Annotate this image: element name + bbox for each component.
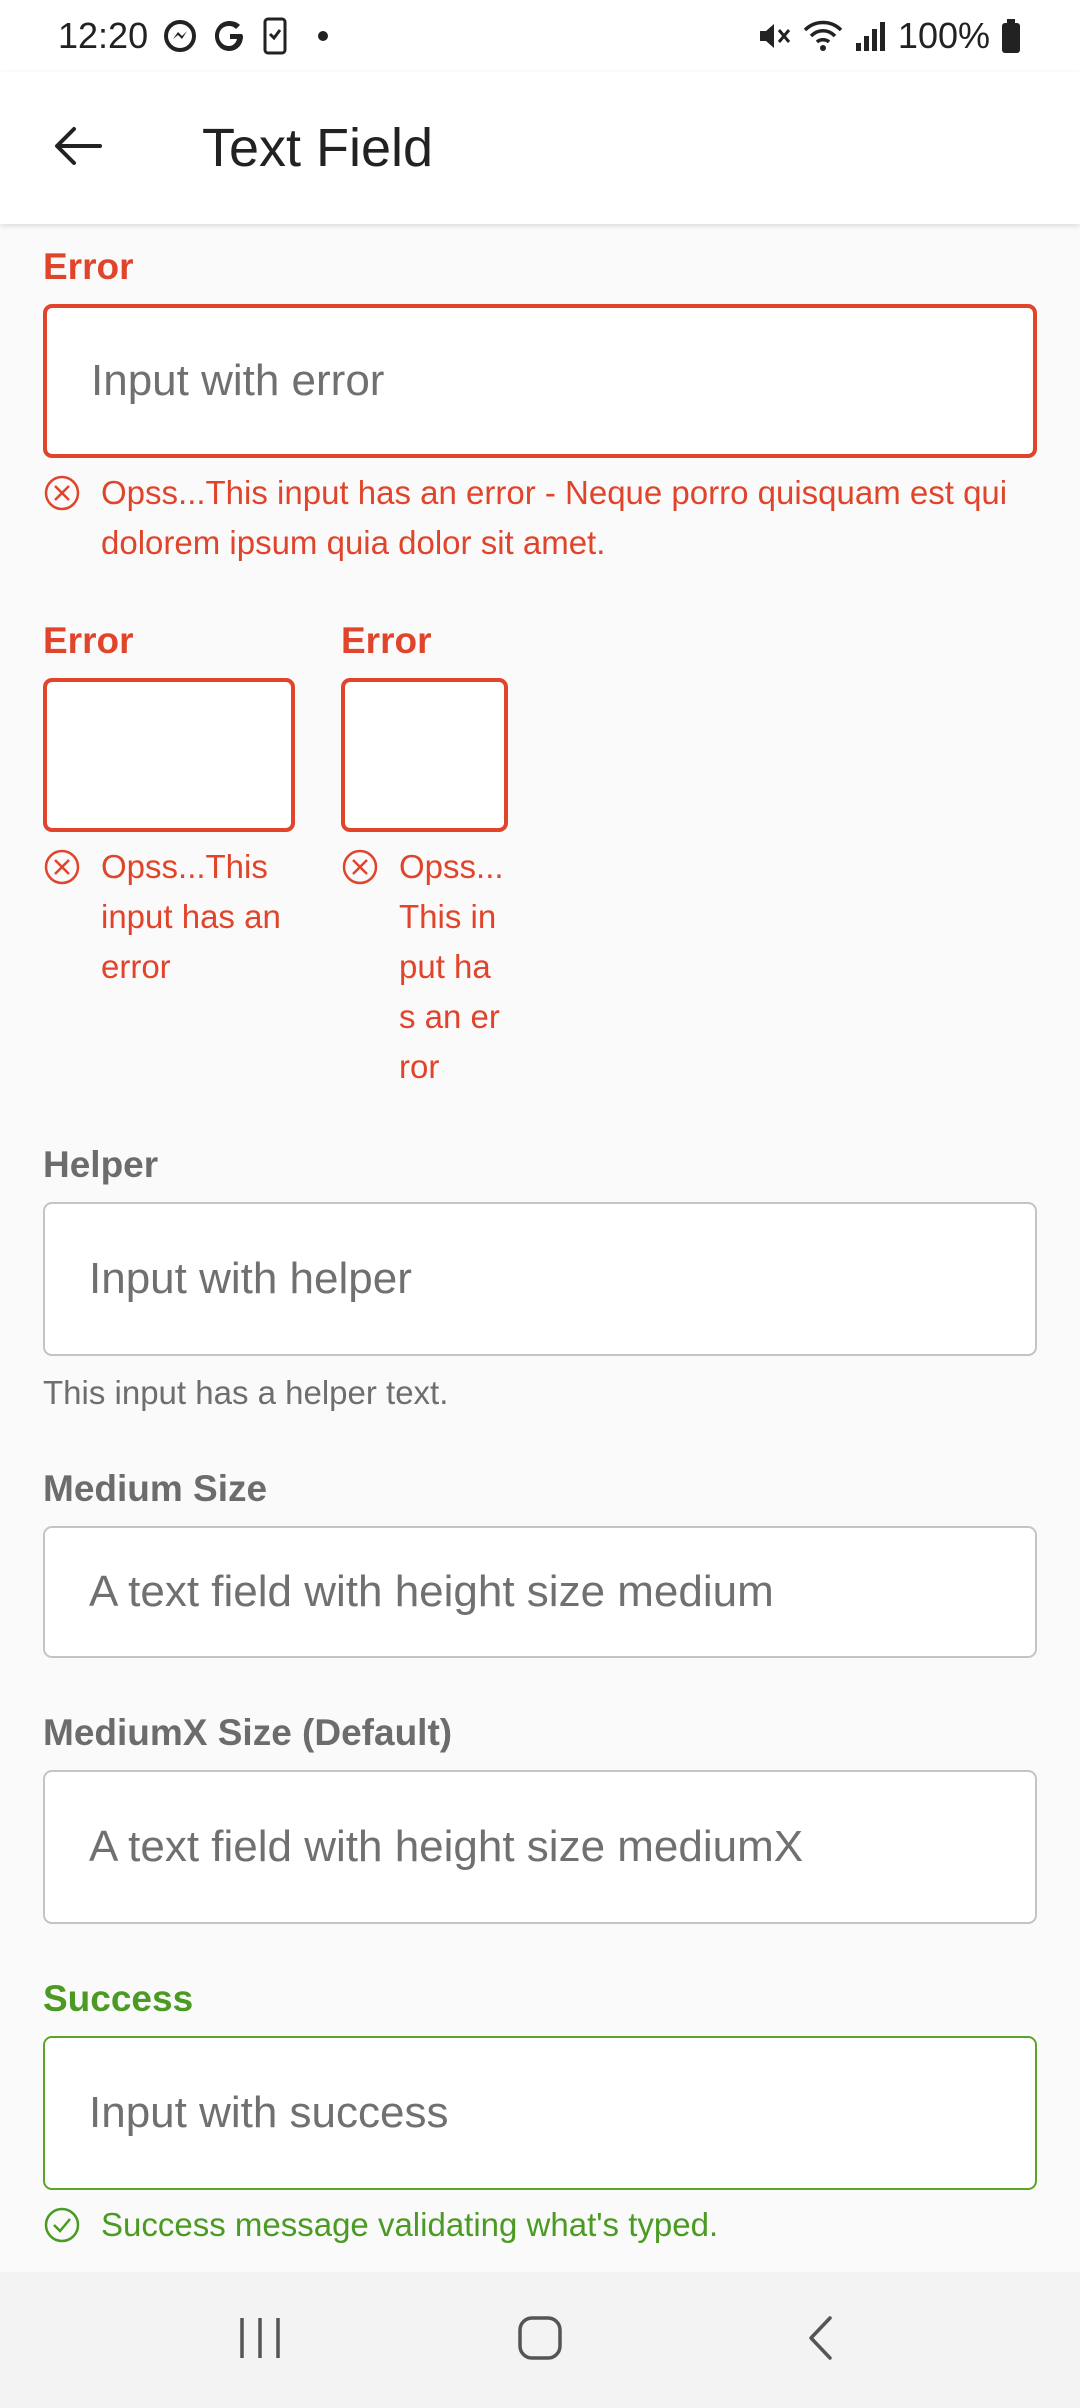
success-input[interactable]: Input with success [43,2036,1037,2190]
error-small-input-2[interactable] [341,678,508,832]
error-small-message-text-2: Opss...This input has an error [399,848,504,1085]
mediumx-size-label: MediumX Size (Default) [43,1712,453,1753]
error-circle-icon [43,474,81,526]
error-small-message-1: Opss...This input has an error [43,842,293,992]
google-icon [212,18,248,54]
success-message-text: Success message validating what's typed. [101,2206,719,2243]
battery-icon [1000,18,1022,54]
back-button[interactable] [28,98,128,198]
mute-icon [756,18,792,54]
error-small-message-2: Opss...This input has an error [341,842,511,1092]
battery-text: 100% [897,15,990,56]
content: Error Input with error Opss...This input… [0,224,1080,2272]
home-button[interactable] [480,2290,600,2390]
wifi-icon [802,18,844,54]
phone-check-icon [262,17,288,55]
mediumx-size-input-placeholder: A text field with height size mediumX [89,1822,804,1871]
error-small-message-text-1: Opss...This input has an error [101,848,281,985]
check-circle-icon [43,2206,81,2258]
helper-label: Helper [43,1144,159,1185]
status-left: 12:20 [58,15,330,57]
error-circle-icon [43,848,81,900]
helper-input-placeholder: Input with helper [89,1254,412,1303]
recent-apps-icon [237,2316,283,2365]
success-input-placeholder: Input with success [89,2088,449,2137]
home-icon [517,2315,563,2366]
error-small-label-1: Error [43,620,134,661]
helper-message: This input has a helper text. [43,1368,1043,1418]
app-bar: Text Field [0,72,1080,224]
success-message: Success message validating what's typed. [43,2200,1043,2258]
arrow-left-icon [52,124,104,173]
error-message-text: Opss...This input has an error - Neque p… [101,474,1008,561]
status-right: 100% [756,15,1022,57]
system-nav-bar [0,2272,1080,2408]
error-label: Error [43,246,134,287]
messenger-icon [162,18,198,54]
medium-size-label: Medium Size [43,1468,268,1509]
error-input[interactable]: Input with error [43,304,1037,458]
error-message: Opss...This input has an error - Neque p… [43,468,1043,568]
status-time: 12:20 [58,15,149,56]
medium-size-input[interactable]: A text field with height size medium [43,1526,1037,1658]
error-input-placeholder: Input with error [91,356,385,405]
signal-icon [854,19,888,53]
error-small-label-2: Error [341,620,432,661]
error-circle-icon [341,848,379,900]
mediumx-size-input[interactable]: A text field with height size mediumX [43,1770,1037,1924]
error-small-input-1[interactable] [43,678,295,832]
medium-size-input-placeholder: A text field with height size medium [89,1567,774,1616]
helper-input[interactable]: Input with helper [43,1202,1037,1356]
nav-back-button[interactable] [760,2290,880,2390]
back-icon [805,2314,835,2367]
status-bar: 12:20 100% [0,0,1080,72]
recent-apps-button[interactable] [200,2290,320,2390]
success-label: Success [43,1978,194,2019]
page-title: Text Field [202,118,434,178]
dot-icon [316,29,330,43]
helper-message-text: This input has a helper text. [43,1374,449,1411]
